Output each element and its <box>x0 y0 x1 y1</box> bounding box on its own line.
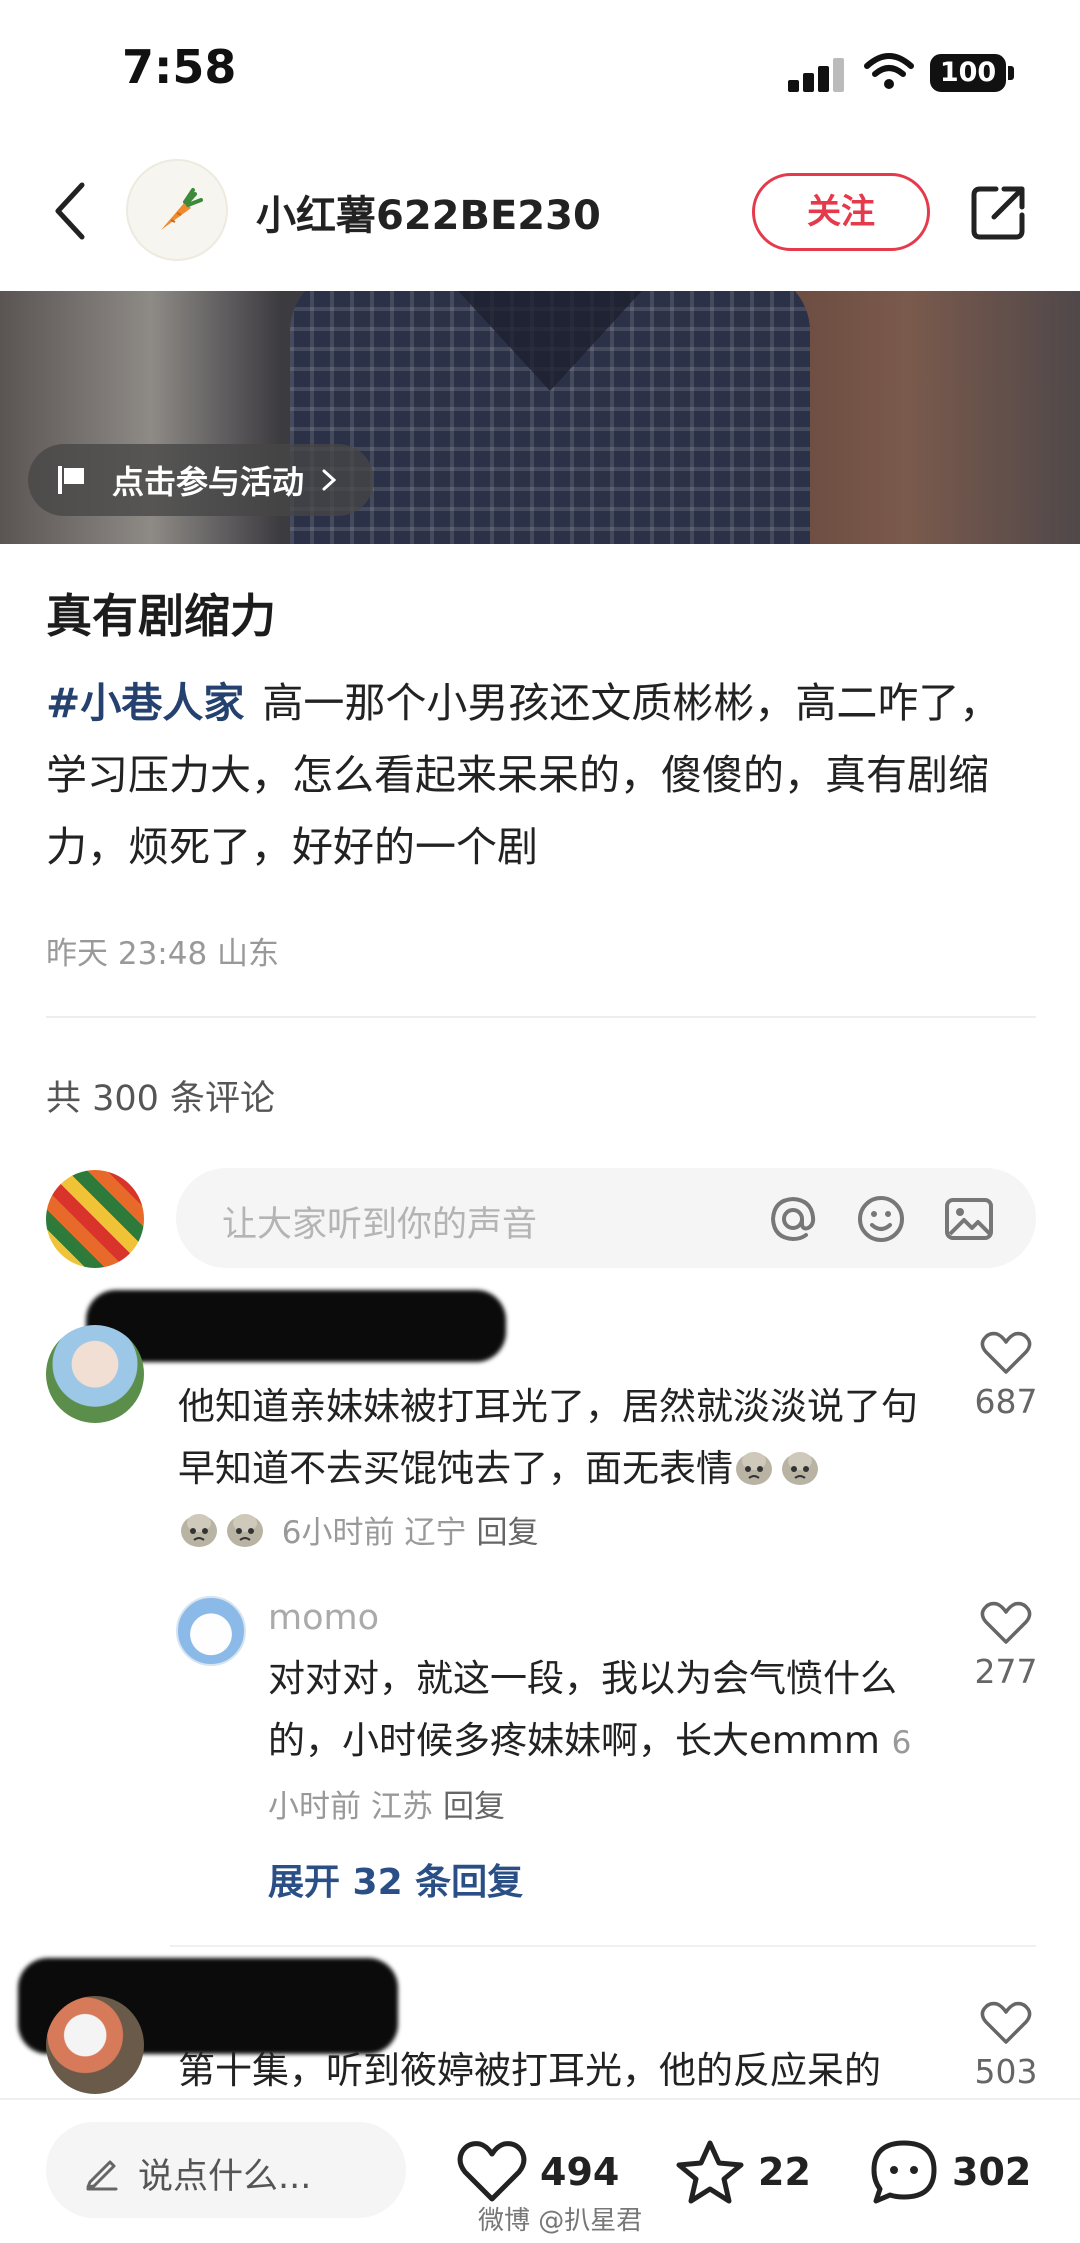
watermark: 微博 @扒星君 <box>478 2206 643 2236</box>
sad-emoji-icon <box>779 1444 821 1485</box>
event-label: 点击参与活动 <box>112 463 305 501</box>
author-avatar[interactable] <box>126 159 228 261</box>
reply-body: 对对对，就这一段，我以为会气愤什么的，小时候多疼妹妹啊，长大emmm <box>268 1657 897 1762</box>
comment-body: 第十集，听到筱婷被打耳光，他的反应呆的 <box>178 2049 881 2092</box>
heart-icon <box>457 2141 527 2202</box>
event-pill-button[interactable]: 点击参与活动 <box>28 444 375 516</box>
battery-tip <box>1008 66 1014 80</box>
back-arrow-icon[interactable] <box>48 179 92 243</box>
reply-username[interactable]: momo <box>268 1598 379 1638</box>
say-something-placeholder: 说点什么... <box>138 2157 312 2197</box>
post-header: 小红薯622BE230 关注 <box>0 145 1080 290</box>
status-time: 7:58 <box>122 40 237 94</box>
battery-indicator: 100 <box>930 54 1006 92</box>
reply-text: 对对对，就这一段，我以为会气愤什么的，小时候多疼妹妹啊，长大emmm 6小时前江… <box>268 1648 918 1838</box>
like-count: 494 <box>540 2150 620 2194</box>
comment-input[interactable]: 让大家听到你的声音 <box>176 1168 1036 1268</box>
divider <box>170 1945 1036 1947</box>
carrot-icon <box>161 188 203 230</box>
divider <box>46 1016 1036 1018</box>
comment-like-button[interactable]: 503 <box>956 2000 1056 2091</box>
comment-location: 辽宁 <box>404 1515 467 1551</box>
heart-icon <box>980 1601 1032 1644</box>
expand-replies-button[interactable]: 展开 32 条回复 <box>268 1853 523 1905</box>
sad-emoji-icon <box>733 1444 775 1485</box>
like-count: 687 <box>974 1382 1038 1421</box>
my-avatar <box>46 1170 144 1268</box>
share-icon[interactable] <box>968 181 1030 243</box>
sad-emoji-icon <box>178 1506 220 1547</box>
post-body: #小巷人家 高一那个小男孩还文质彬彬，高二咋了，学习压力大，怎么看起来呆呆的，傻傻… <box>46 667 1036 883</box>
comment-text: 第十集，听到筱婷被打耳光，他的反应呆的 <box>178 2040 948 2098</box>
comment-time: 6小时前 <box>281 1515 395 1551</box>
flag-icon <box>58 466 84 494</box>
say-something-input[interactable]: 说点什么... <box>46 2122 406 2218</box>
star-icon <box>676 2140 744 2204</box>
follow-button[interactable]: 关注 <box>752 173 930 251</box>
heart-icon <box>980 2001 1032 2044</box>
commenter-avatar[interactable] <box>46 1325 144 1423</box>
like-count: 503 <box>974 2052 1038 2091</box>
pencil-icon <box>86 2160 118 2191</box>
post-title: 真有剧缩力 <box>46 589 276 643</box>
favorite-count: 22 <box>758 2150 811 2194</box>
reply-like-button[interactable]: 277 <box>956 1600 1056 1691</box>
comment-input-placeholder: 让大家听到你的声音 <box>222 1205 538 1245</box>
comment-meta: 6小时前 辽宁 回复 <box>282 1515 539 1551</box>
reply-location: 江苏 <box>371 1789 433 1825</box>
hashtag-link[interactable]: #小巷人家 <box>46 679 244 727</box>
reply-button[interactable]: 回复 <box>477 1515 539 1551</box>
signal-icon <box>788 58 846 92</box>
comment-text: 他知道亲妹妹被打耳光了，居然就淡淡说了句 早知道不去买馄饨去了，面无表情 6小时… <box>178 1376 948 1564</box>
comment-bubble-icon <box>871 2140 937 2204</box>
commenter-avatar[interactable] <box>46 1996 144 2094</box>
reply-button[interactable]: 回复 <box>443 1789 505 1825</box>
comment-total: 302 <box>952 2150 1032 2194</box>
emoji-icon[interactable] <box>854 1192 908 1246</box>
comment-like-button[interactable]: 687 <box>956 1330 1056 1421</box>
comment-count: 共 300 条评论 <box>46 1079 276 1119</box>
image-icon[interactable] <box>942 1192 996 1246</box>
sad-emoji-icon <box>224 1506 266 1547</box>
favorite-action[interactable]: 22 <box>674 2132 811 2212</box>
comment-action[interactable]: 302 <box>868 2132 1031 2212</box>
reply-avatar[interactable] <box>176 1596 246 1666</box>
chevron-right-icon <box>322 469 337 491</box>
heart-icon <box>980 1331 1032 1374</box>
like-count: 277 <box>974 1652 1038 1691</box>
status-bar: 7:58 100 <box>0 0 1080 145</box>
author-name[interactable]: 小红薯622BE230 <box>256 183 601 241</box>
redacted-username <box>86 1290 506 1362</box>
post-meta: 昨天 23:48 山东 <box>46 936 280 972</box>
mention-icon[interactable] <box>766 1192 820 1246</box>
wifi-icon <box>864 53 914 89</box>
